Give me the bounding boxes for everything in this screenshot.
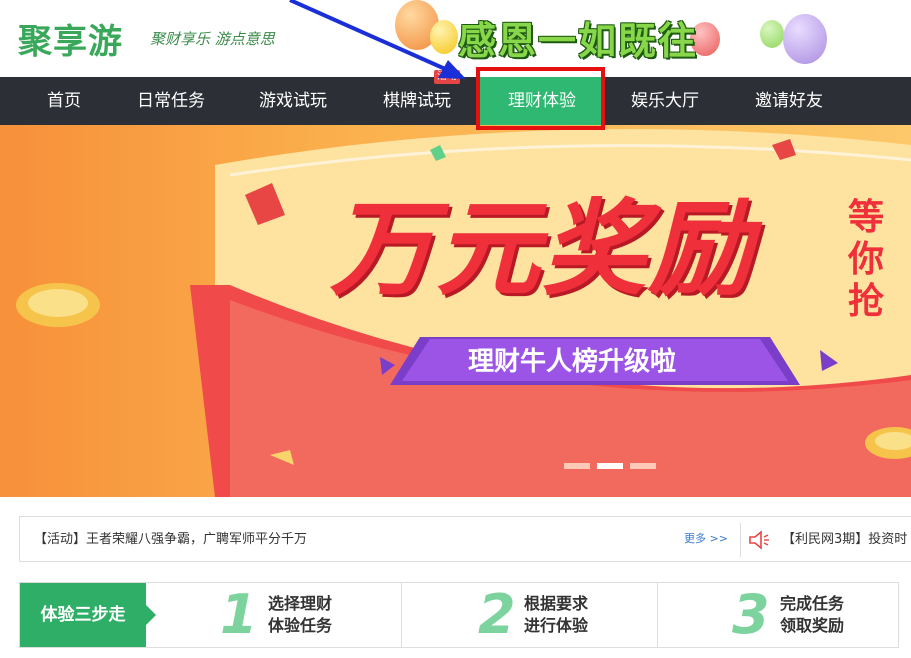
annotation-arrow-icon	[289, 0, 466, 79]
step-line: 体验任务	[268, 616, 333, 635]
step-text: 选择理财 体验任务	[268, 593, 368, 637]
divider	[657, 583, 658, 647]
step-text: 根据要求 进行体验	[524, 593, 624, 637]
carousel-dot-active[interactable]	[597, 463, 623, 469]
step-number: 3	[732, 583, 770, 646]
banner-side-text: 等你抢	[848, 197, 885, 322]
notice-text[interactable]: 【活动】王者荣耀八强争霸，广聘军师平分千万	[34, 517, 307, 563]
carousel-dot[interactable]	[630, 463, 656, 469]
step-2: 2 根据要求 进行体验	[478, 583, 658, 647]
step-line: 选择理财	[268, 594, 333, 613]
step-line: 进行体验	[524, 616, 589, 635]
step-number: 1	[220, 583, 258, 646]
carousel-dot[interactable]	[564, 463, 590, 469]
step-text: 完成任务 领取奖励	[780, 593, 880, 637]
step-line: 领取奖励	[780, 616, 845, 635]
step-line: 完成任务	[780, 594, 845, 613]
speaker-icon	[749, 530, 769, 550]
divider	[401, 583, 402, 647]
step-line: 根据要求	[524, 594, 589, 613]
steps-panel: 体验三步走 1 选择理财 体验任务 2 根据要求 进行体验 3 完成任务 领取奖…	[19, 582, 899, 648]
divider	[740, 523, 741, 557]
banner-ribbon-text: 理财牛人榜升级啦	[468, 347, 677, 377]
announcement-text[interactable]: 【利民网3期】投资时	[782, 517, 907, 563]
steps-title: 体验三步走	[20, 583, 146, 647]
banner-artwork	[16, 129, 911, 497]
step-number: 2	[478, 583, 516, 646]
step-3: 3 完成任务 领取奖励	[732, 583, 892, 647]
notice-more-link[interactable]: 更多 >>	[684, 517, 728, 561]
hero-banner[interactable]: 万元奖励 等你抢 理财牛人榜升级啦	[0, 125, 911, 497]
banner-headline: 万元奖励	[330, 188, 755, 310]
steps-title-arrow	[146, 605, 156, 625]
step-1: 1 选择理财 体验任务	[220, 583, 400, 647]
notice-bar: 【活动】王者荣耀八强争霸，广聘军师平分千万 更多 >> 【利民网3期】投资时	[19, 516, 911, 562]
